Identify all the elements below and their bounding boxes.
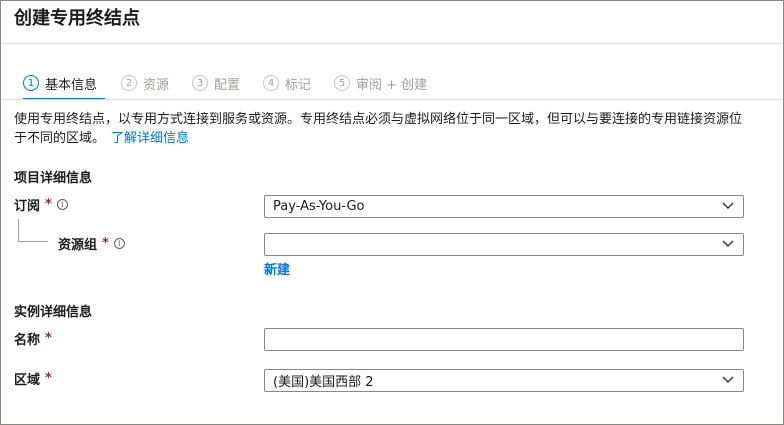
name-label-text: 名称 xyxy=(14,333,41,348)
title-divider xyxy=(1,43,783,44)
project-details-heading: 项目详细信息 xyxy=(14,171,93,186)
tab-label: 资源 xyxy=(143,77,170,93)
tab-configuration[interactable]: 3 配置 xyxy=(192,71,240,95)
region-dropdown[interactable]: (美国)美国西部 2 xyxy=(264,369,744,392)
tab-resource[interactable]: 2 资源 xyxy=(121,71,169,95)
chevron-down-icon xyxy=(722,202,734,209)
tree-connector-vertical xyxy=(18,219,19,241)
region-label: 区域 * xyxy=(14,369,52,388)
required-mark: * xyxy=(45,197,52,212)
required-mark: * xyxy=(45,371,52,386)
required-mark: * xyxy=(45,331,52,346)
step-number: 4 xyxy=(263,75,279,91)
resource-group-dropdown[interactable] xyxy=(264,233,744,256)
info-icon[interactable]: i xyxy=(56,199,68,210)
chevron-down-icon xyxy=(722,240,734,247)
instance-details-heading: 实例详细信息 xyxy=(14,305,93,320)
tab-label: 审阅 + 创建 xyxy=(356,77,428,93)
tab-label: 标记 xyxy=(285,77,312,93)
tab-label: 配置 xyxy=(214,77,241,93)
learn-more-link[interactable]: 了解详细信息 xyxy=(111,131,189,146)
chevron-down-icon xyxy=(722,376,734,383)
region-value: (美国)美国西部 2 xyxy=(273,375,374,390)
subscription-label: 订阅 * i xyxy=(14,195,68,214)
tab-tags[interactable]: 4 标记 xyxy=(263,71,311,95)
name-input[interactable] xyxy=(264,328,744,351)
tab-review-create[interactable]: 5 审阅 + 创建 xyxy=(334,71,427,95)
subscription-dropdown[interactable]: Pay-As-You-Go xyxy=(264,195,744,218)
step-number: 5 xyxy=(334,75,350,91)
step-number: 1 xyxy=(23,75,39,91)
info-icon[interactable]: i xyxy=(113,238,125,249)
create-private-endpoint-panel: 创建专用终结点 1 基本信息 2 资源 3 配置 4 标记 5 审阅 + 创建 … xyxy=(0,0,784,425)
subscription-label-text: 订阅 xyxy=(14,199,41,214)
page-title: 创建专用终结点 xyxy=(14,8,140,29)
tab-basics[interactable]: 1 基本信息 xyxy=(23,71,97,95)
tree-connector-horizontal xyxy=(18,241,48,242)
step-number: 3 xyxy=(192,75,208,91)
region-label-text: 区域 xyxy=(14,373,41,388)
resource-group-label-text: 资源组 xyxy=(58,238,98,253)
required-mark: * xyxy=(102,236,109,251)
create-new-link[interactable]: 新建 xyxy=(264,259,290,278)
name-label: 名称 * xyxy=(14,329,52,348)
resource-group-label: 资源组 * i xyxy=(58,234,125,253)
tab-label: 基本信息 xyxy=(45,77,98,93)
description: 使用专用终结点，以专用方式连接到服务或资源。专用终结点必须与虚拟网络位于同一区域… xyxy=(14,110,754,148)
subscription-value: Pay-As-You-Go xyxy=(273,199,365,214)
step-number: 2 xyxy=(121,75,137,91)
tabs-divider xyxy=(1,99,783,100)
